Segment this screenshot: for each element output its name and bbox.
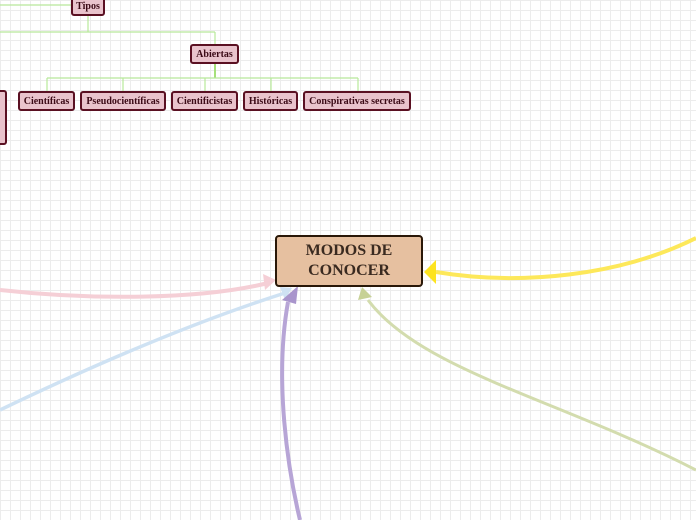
central-topic[interactable]: MODOS DE CONOCER — [275, 235, 423, 287]
node-cientificas[interactable]: Científicas — [18, 91, 75, 111]
branch-yellow-arrow — [424, 260, 436, 284]
node-pseudocientificas[interactable]: Pseudocientíficas — [80, 91, 166, 111]
subtopic-tipos[interactable]: Tipos — [71, 0, 105, 16]
node-conspirativas-secretas[interactable]: Conspirativas secretas — [303, 91, 411, 111]
node-cientificistas[interactable]: Cientificistas — [171, 91, 238, 111]
node-historicas[interactable]: Históricas — [243, 91, 298, 111]
branch-pink[interactable] — [0, 281, 269, 299]
offscreen-left-node[interactable] — [0, 90, 7, 145]
branch-blue[interactable] — [0, 291, 286, 412]
branch-olive[interactable] — [366, 299, 696, 472]
branch-purple[interactable] — [280, 301, 302, 520]
subtopic-abiertas[interactable]: Abiertas — [190, 44, 239, 64]
branch-yellow[interactable] — [435, 236, 696, 281]
branch-olive-arrow — [358, 287, 372, 300]
